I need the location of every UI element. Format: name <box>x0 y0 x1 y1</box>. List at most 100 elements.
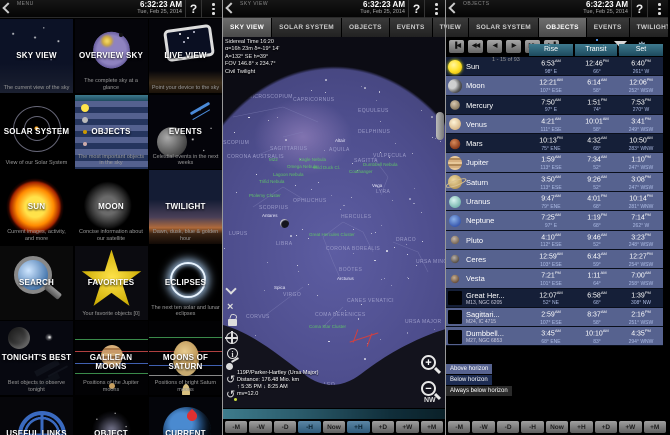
back-icon[interactable] <box>225 2 237 14</box>
sky-map[interactable]: MICROSCOPIUMCAPRICORNUSPEGASUSEQUULEUSDE… <box>223 37 445 408</box>
time-step-button--w[interactable]: -W <box>472 421 495 433</box>
tile-title: CURRENT LOCATION <box>165 428 206 435</box>
menu-tile-eclipses[interactable]: ECLIPSES The next ten solar and lunar ec… <box>149 245 222 320</box>
tile-title: SUN <box>27 202 46 211</box>
menu-tile-object-database[interactable]: OBJECT DATABASE <box>74 396 148 435</box>
time-step-button-+h[interactable]: +H <box>570 421 593 433</box>
time-step-button--h[interactable]: -H <box>521 421 544 433</box>
menu-panel: MENU 6:32:23 AM Tue, Feb 25, 2014 ? SKY … <box>0 0 223 435</box>
center-target-icon[interactable] <box>225 331 238 344</box>
back-icon[interactable] <box>448 2 460 14</box>
clock: 6:32:23 AM Tue, Feb 25, 2014 <box>137 1 182 16</box>
cell: 2:16PM 251° WSW <box>628 308 654 326</box>
column-header-transit[interactable]: Transit <box>575 44 617 56</box>
menu-tile-search[interactable]: SEARCH <box>0 245 73 320</box>
time-step-button-+m[interactable]: +M <box>420 421 443 433</box>
tile-subtitle: The next ten solar and lunar eclipses <box>151 304 220 318</box>
object-row-uranus[interactable]: Uranus 9:47AM 79° ENE 4:01PM 68° 10:14PM 28… <box>446 192 663 212</box>
object-row-mars[interactable]: Mars 10:13PM 75° ENE 4:32AM 68° 10:50AM 283… <box>446 134 663 154</box>
cell: 1:10PM 247° WSW <box>628 154 654 172</box>
object-row-sagittari[interactable]: Sagittari... M24, IC 4715 2:59AM 107° ESE… <box>446 307 663 328</box>
objects-panel: OBJECTS 6:32:23 AM Tue, Feb 25, 2014 ? S… <box>446 0 668 435</box>
time-step-button-now[interactable]: Now <box>322 421 346 433</box>
time-step-button-+w[interactable]: +W <box>619 421 642 433</box>
help-button[interactable]: ? <box>185 0 202 18</box>
time-step-button--w[interactable]: -W <box>249 421 272 433</box>
help-button[interactable]: ? <box>631 0 648 18</box>
object-row-moon[interactable]: Moon 12:21AM 107° ESE 6:14AM 58° 12:06PM 25… <box>446 76 663 96</box>
column-header-rise[interactable]: Rise <box>529 44 573 56</box>
close-icon[interactable]: × <box>227 301 233 313</box>
object-row-ceres[interactable]: Ceres 12:59AM 103° ESE 6:43AM 59° 12:27PM 2… <box>446 249 663 270</box>
time-step-button-+d[interactable]: +D <box>371 421 395 433</box>
chevron-down-icon[interactable] <box>227 285 235 293</box>
venus-icon <box>449 118 461 131</box>
object-row-saturn[interactable]: Saturn 3:50AM 113° ESE 9:26AM 52° 3:08PM 24… <box>446 172 663 193</box>
overflow-menu-icon[interactable] <box>658 3 661 17</box>
menu-tile-live-view[interactable]: LIVE VIEW Point your device to the sky <box>149 19 222 93</box>
menu-tile-objects[interactable]: OBJECTS The most important objects in th… <box>74 94 148 169</box>
menu-tile-useful-links[interactable]: USEFUL LINKS <box>0 396 73 435</box>
tab-sky-view[interactable]: SKY VIEW <box>446 18 469 37</box>
object-row-mercury[interactable]: Mercury 7:50AM 97° E 1:51PM 74° 7:53PM 270°… <box>446 95 663 115</box>
tab-events[interactable]: EVENTS <box>586 18 629 37</box>
object-row-greather[interactable]: Great Her... M13, NGC 6205 12:07AM 52° NE… <box>446 288 663 308</box>
menu-tile-twilight[interactable]: TWILIGHT Dawn, dusk, blue & golden hour <box>149 170 222 244</box>
column-header-set[interactable]: Set <box>619 44 663 56</box>
tab-solar-system[interactable]: SOLAR SYSTEM <box>272 18 341 37</box>
rotate-ccw-icon[interactable]: ↺ <box>226 375 235 386</box>
rotate-cw-icon[interactable]: ↺ <box>226 390 238 401</box>
menu-tile-galilean-moons[interactable]: GALILEAN MOONS Positions of the Jupiter … <box>74 321 148 395</box>
menu-tile-solar-system[interactable]: SOLAR SYSTEM View of our Solar System <box>0 94 73 169</box>
object-row-venus[interactable]: Venus 4:21AM 111° ESE 10:01AM 58° 3:41PM 24… <box>446 114 663 135</box>
daylight-time-slider[interactable] <box>223 408 445 419</box>
tab-solar-system[interactable]: SOLAR SYSTEM <box>469 18 538 37</box>
time-step-button-+w[interactable]: +W <box>396 421 419 433</box>
menu-tile-favorites[interactable]: FAVORITES Your favorite objects [0] <box>74 245 148 320</box>
object-row-sun[interactable]: Sun 6:53AM 98° E 12:46PM 66° 6:40PM 261° W <box>446 57 663 77</box>
menu-tile-moons-of-saturn[interactable]: MOONS OF SATURN Positions of bright Satu… <box>149 321 222 395</box>
overflow-menu-icon[interactable] <box>435 3 438 17</box>
time-step-button--m[interactable]: -M <box>448 421 471 433</box>
object-row-vesta[interactable]: Vesta 7:21PM 101° ESE 1:11AM 64° 7:00AM 258… <box>446 269 663 289</box>
menu-tile-moon[interactable]: MOON Concise information about our satel… <box>74 170 148 244</box>
time-step-button--m[interactable]: -M <box>225 421 248 433</box>
tab-twilight[interactable]: TWILIGHT <box>629 18 668 37</box>
tab-sky-view[interactable]: SKY VIEW <box>223 18 272 37</box>
time-step-button--d[interactable]: -D <box>496 421 520 433</box>
cell: 9:47AM 79° ENE <box>541 193 561 210</box>
tab-objects[interactable]: OBJECTS <box>341 18 389 37</box>
time-step-button-+h[interactable]: +H <box>347 421 370 433</box>
time-step-button-+d[interactable]: +D <box>594 421 618 433</box>
tab-objects[interactable]: OBJECTS <box>538 18 586 37</box>
tab-twilight[interactable]: TWILIGHT <box>432 18 445 37</box>
tab-events[interactable]: EVENTS <box>389 18 432 37</box>
object-row-neptune[interactable]: Neptune 7:25AM 97° E 1:19PM 68° 7:14PM 262°… <box>446 211 663 231</box>
cell: 9:46AM 52° <box>587 231 607 249</box>
unlock-icon[interactable] <box>228 319 237 326</box>
map-slider-handle[interactable] <box>436 112 444 140</box>
menu-tile-events[interactable]: EVENTS Celestial events in the next week… <box>149 94 222 169</box>
menu-tile-overview-sky[interactable]: OVERVIEW SKY The complete sky at a glanc… <box>74 19 148 93</box>
zoom-out-icon[interactable]: − <box>421 381 436 396</box>
menu-tile-current-location[interactable]: CURRENT LOCATION <box>149 396 222 435</box>
time-step-button--h[interactable]: -H <box>298 421 321 433</box>
clock: 6:32:23 AM Tue, Feb 25, 2014 <box>583 1 628 16</box>
menu-tile-tonight-s-best[interactable]: TONIGHT'S BEST Best objects to observe t… <box>0 321 73 395</box>
object-row-jupiter[interactable]: Jupiter 1:59AM 113° ESE 7:34AM 52° 1:10PM 2… <box>446 153 663 173</box>
cell: 6:40PM 261° W <box>631 58 651 75</box>
cell: 10:13PM 75° ENE <box>539 135 563 152</box>
object-row-pluto[interactable]: Pluto 4:10AM 112° ESE 9:46AM 52° 3:23PM 248… <box>446 230 663 250</box>
time-step-button-+m[interactable]: +M <box>643 421 666 433</box>
comet-icon[interactable] <box>226 363 233 370</box>
object-row-dumbbell[interactable]: Dumbbell... M27, NGC 6853 3:45AM 68° ENE … <box>446 327 663 347</box>
menu-tile-sun[interactable]: SUN Current images, activity, and more <box>0 170 73 244</box>
back-icon[interactable] <box>2 2 14 14</box>
overflow-menu-icon[interactable] <box>212 3 215 17</box>
time-step-button-now[interactable]: Now <box>545 421 569 433</box>
zoom-in-icon[interactable]: + <box>421 355 436 370</box>
current-date: Tue, Feb 25, 2014 <box>137 9 182 15</box>
menu-tile-sky-view[interactable]: SKY VIEW The current view of the sky <box>0 19 73 93</box>
time-step-button--d[interactable]: -D <box>273 421 297 433</box>
help-button[interactable]: ? <box>408 0 425 18</box>
